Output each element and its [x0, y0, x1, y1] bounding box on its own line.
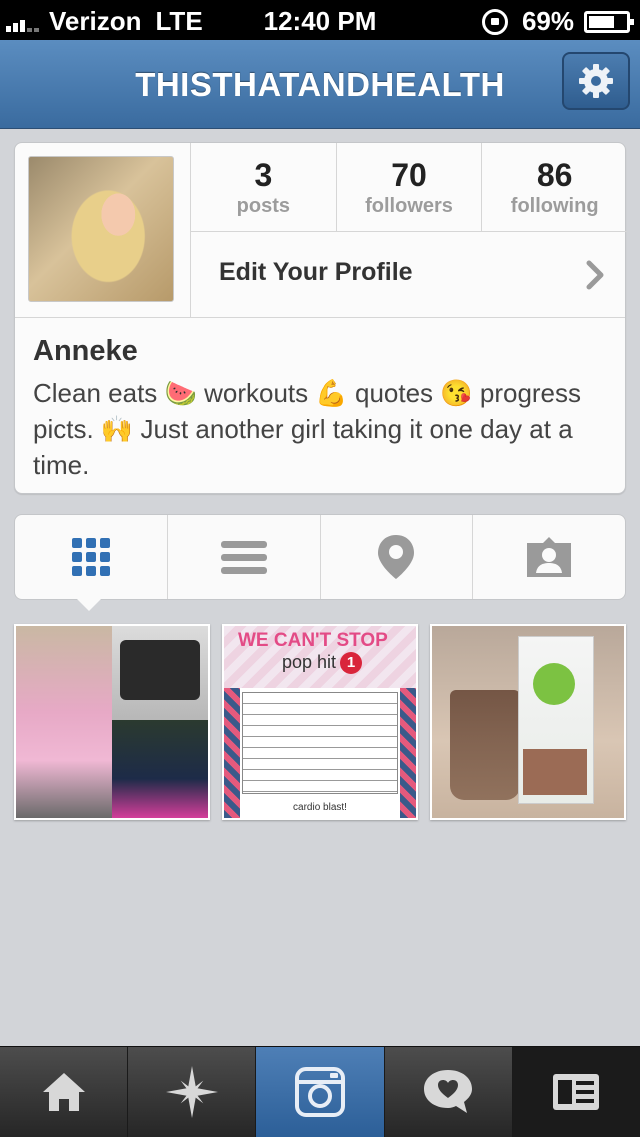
tab-profile[interactable] [511, 1047, 640, 1137]
stat-following[interactable]: 86 following [481, 143, 627, 231]
stat-followers[interactable]: 70 followers [335, 143, 482, 231]
tab-camera[interactable] [255, 1047, 384, 1137]
gear-icon [579, 64, 613, 98]
rotation-lock-icon [481, 8, 508, 35]
tab-explore[interactable] [127, 1047, 255, 1137]
profile-card: 3 posts 70 followers 86 following Edit Y… [14, 142, 627, 494]
thumbnail-subtitle: pop hit [282, 652, 337, 672]
workout-table [242, 692, 398, 794]
tab-grid-view[interactable] [15, 515, 167, 599]
selected-tab-pointer [76, 598, 102, 611]
followers-label: followers [365, 195, 453, 217]
thumbnail-badge: 1 [340, 652, 362, 674]
posts-count: 3 [254, 157, 273, 193]
thumbnail-footer: cardio blast! [293, 802, 347, 813]
location-pin-icon [378, 535, 415, 579]
photo-grid: WE CAN'T STOP pop hit 1 cardio blast! [14, 624, 626, 820]
settings-button[interactable] [562, 52, 630, 110]
tagged-person-icon [527, 537, 572, 577]
edit-profile-label: Edit Your Profile [219, 258, 413, 286]
tab-list-view[interactable] [166, 515, 320, 599]
profile-bio: Clean eats 🍉 workouts 💪 quotes 😘 progres… [33, 378, 582, 480]
profile-stats: 3 posts 70 followers 86 following [190, 143, 627, 231]
tab-map-view[interactable] [319, 515, 473, 599]
profile-card-icon [553, 1074, 600, 1110]
camera-icon [295, 1067, 345, 1117]
username-title: THISTHATANDHEALTH [135, 66, 505, 103]
thumbnail-title: WE CAN'T STOP [238, 630, 388, 651]
photo-thumbnail[interactable] [430, 624, 626, 820]
divider [15, 317, 625, 318]
tab-tagged-photos[interactable] [472, 515, 625, 599]
view-mode-tabs [14, 514, 626, 600]
status-right: 69% [481, 6, 634, 37]
tab-home[interactable] [0, 1047, 127, 1137]
chevron-right-icon [586, 260, 604, 290]
following-label: following [510, 195, 599, 217]
home-icon [42, 1073, 85, 1111]
profile-name: Anneke [33, 335, 138, 367]
followers-count: 70 [391, 157, 427, 193]
avatar[interactable] [28, 156, 174, 302]
battery-percent: 69% [521, 6, 574, 36]
bottom-tab-bar [0, 1046, 640, 1137]
list-icon [220, 541, 267, 574]
navigation-bar: THISTHATANDHEALTH [0, 40, 640, 129]
tab-news[interactable] [383, 1047, 512, 1137]
stat-posts[interactable]: 3 posts [190, 143, 336, 231]
photo-thumbnail[interactable] [14, 624, 210, 820]
edit-profile-button[interactable]: Edit Your Profile [190, 231, 627, 318]
explore-star-icon [165, 1066, 218, 1118]
posts-label: posts [236, 195, 290, 217]
battery-icon [584, 10, 634, 33]
news-heart-bubble-icon [424, 1070, 473, 1113]
status-bar: Verizon LTE 12:40 PM 69% [0, 0, 640, 40]
grid-icon [71, 538, 110, 576]
following-count: 86 [536, 157, 573, 193]
photo-thumbnail[interactable]: WE CAN'T STOP pop hit 1 cardio blast! [222, 624, 418, 820]
